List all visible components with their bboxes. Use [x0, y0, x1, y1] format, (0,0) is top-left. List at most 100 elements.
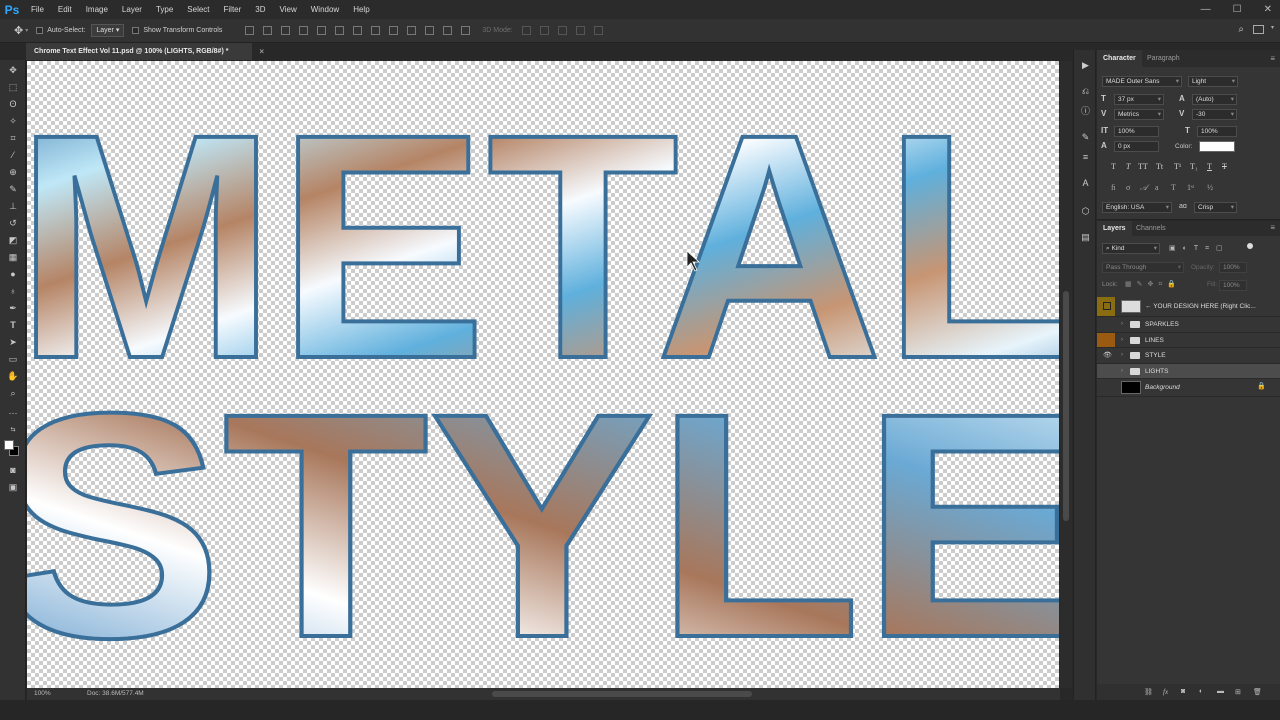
ligatures-icon[interactable]: ﬁ [1111, 183, 1115, 192]
search-icon[interactable]: ⌕ [1238, 24, 1244, 35]
layer-row[interactable]: Background 🔒 [1097, 379, 1280, 397]
swap-colors-icon[interactable]: ⇆ [7, 424, 19, 436]
distribute-top-icon[interactable] [353, 26, 363, 35]
font-family-select[interactable]: MADE Outer Sans ▾ [1102, 76, 1182, 87]
layers-menu-icon[interactable]: ≡ [1270, 223, 1275, 232]
titling-icon[interactable]: T [1171, 183, 1176, 192]
distribute-vcenter-icon[interactable] [371, 26, 381, 35]
distribute-hcenter-icon[interactable] [425, 26, 435, 35]
menu-view[interactable]: View [273, 0, 304, 19]
close-tab-icon[interactable]: × [259, 43, 264, 60]
adjustments-icon[interactable]: ≡ [1080, 152, 1091, 163]
chevron-right-icon[interactable]: › [1121, 352, 1123, 358]
layer-filter-icons[interactable]: ▣◐T⌗▢ [1169, 244, 1230, 253]
faux-bold-button[interactable]: T [1111, 162, 1116, 171]
document-tab[interactable]: Chrome Text Effect Vol 11.psd @ 100% (LI… [26, 43, 264, 60]
old-style-icon[interactable]: σ [1126, 183, 1130, 192]
tab-character[interactable]: Character [1097, 50, 1142, 67]
align-top-icon[interactable] [245, 26, 255, 35]
lasso-tool-icon[interactable]: ʘ [7, 98, 19, 110]
fractions-icon[interactable]: ½ [1207, 183, 1213, 192]
horizontal-scroll-thumb[interactable] [492, 691, 752, 697]
properties-icon[interactable]: ▤ [1080, 232, 1091, 243]
3d-roll-icon[interactable] [539, 26, 549, 35]
fill-field[interactable]: 100% [1219, 280, 1247, 291]
distribute-right-icon[interactable] [443, 26, 453, 35]
visibility-toggle-icon[interactable] [1103, 367, 1112, 376]
font-style-select[interactable]: Light ▾ [1188, 76, 1238, 87]
align-vcenter-icon[interactable] [263, 26, 273, 35]
close-window-button[interactable]: ✕ [1264, 0, 1272, 19]
tab-paragraph[interactable]: Paragraph [1141, 50, 1186, 67]
align-bottom-icon[interactable] [281, 26, 291, 35]
tracking-field[interactable]: -30 ▾ [1192, 109, 1237, 120]
link-layers-icon[interactable]: ⛓ [1144, 688, 1153, 696]
zoom-tool-icon[interactable]: ⌕ [7, 387, 19, 399]
distribute-bottom-icon[interactable] [389, 26, 399, 35]
screen-mode-icon[interactable]: ▣ [7, 481, 19, 493]
menu-select[interactable]: Select [180, 0, 216, 19]
lock-options-icons[interactable]: ▦✎✥⌗🔒 [1125, 280, 1181, 289]
chevron-right-icon[interactable]: › [1121, 321, 1123, 327]
text-color-swatch[interactable] [1199, 141, 1235, 152]
type-tool-icon[interactable]: T [7, 319, 19, 331]
menu-3d[interactable]: 3D [248, 0, 272, 19]
character-panel-icon[interactable]: A [1080, 178, 1091, 189]
visibility-toggle-icon[interactable] [1103, 336, 1112, 345]
new-layer-icon[interactable]: ⊞ [1235, 688, 1241, 696]
menu-filter[interactable]: Filter [217, 0, 249, 19]
layer-row-selected[interactable]: › LIGHTS [1097, 363, 1280, 379]
language-select[interactable]: English: USA ▾ [1102, 202, 1172, 213]
marquee-tool-icon[interactable]: ⬚ [7, 81, 19, 93]
brush-tool-icon[interactable]: ✎ [7, 183, 19, 195]
small-caps-button[interactable]: Tt [1156, 162, 1163, 171]
healing-brush-tool-icon[interactable]: ⊕ [7, 166, 19, 178]
hand-tool-icon[interactable]: ✋ [7, 370, 19, 382]
visibility-toggle-icon[interactable] [1103, 382, 1112, 391]
menu-edit[interactable]: Edit [51, 0, 79, 19]
ordinals-icon[interactable]: 1ˢᵗ [1187, 183, 1194, 192]
move-tool-icon[interactable]: ✥ [7, 64, 19, 76]
history-brush-tool-icon[interactable]: ↺ [7, 217, 19, 229]
quick-mask-icon[interactable]: ◙ [7, 464, 19, 476]
eye-icon[interactable]: 👁 [1103, 351, 1112, 360]
align-right-icon[interactable] [335, 26, 345, 35]
3d-rotate-icon[interactable] [521, 26, 531, 35]
workspace-icon[interactable] [1253, 25, 1264, 34]
kerning-field[interactable]: Metrics ▾ [1114, 109, 1164, 120]
strikethrough-button[interactable]: T [1222, 162, 1227, 171]
minimize-button[interactable]: — [1201, 0, 1211, 19]
rectangle-tool-icon[interactable]: ▭ [7, 353, 19, 365]
horizontal-scrollbar[interactable] [207, 691, 1057, 697]
menu-window[interactable]: Window [304, 0, 346, 19]
eyedropper-tool-icon[interactable]: ⁄ [7, 149, 19, 161]
superscript-button[interactable]: T¹ [1174, 162, 1181, 171]
layer-filter-select[interactable]: ⌕ Kind ▾ [1102, 243, 1160, 254]
visibility-toggle-icon[interactable] [1103, 320, 1112, 329]
auto-select-dropdown[interactable]: Layer ▾ [91, 24, 125, 37]
menu-layer[interactable]: Layer [115, 0, 149, 19]
distribute-left-icon[interactable] [407, 26, 417, 35]
tool-preset-chevron-icon[interactable]: ▾ [25, 27, 28, 34]
more-tools-icon[interactable]: ⋯ [7, 407, 19, 419]
tab-channels[interactable]: Channels [1130, 221, 1172, 236]
delete-layer-icon[interactable]: 🗑 [1253, 688, 1262, 696]
vertical-scale-field[interactable]: 100% [1114, 126, 1159, 137]
layer-row[interactable]: ← YOUR DESIGN HERE (Right Clic... [1097, 297, 1280, 317]
layer-style-icon[interactable]: fx [1163, 688, 1168, 696]
pen-tool-icon[interactable]: ✒ [7, 302, 19, 314]
visibility-toggle-icon[interactable] [1103, 302, 1111, 310]
dodge-tool-icon[interactable]: ♁ [7, 285, 19, 297]
antialias-select[interactable]: Crisp ▾ [1194, 202, 1237, 213]
clone-stamp-tool-icon[interactable]: ⊥ [7, 200, 19, 212]
vertical-scroll-thumb[interactable] [1063, 291, 1069, 521]
layer-row[interactable]: 👁 › STYLE [1097, 348, 1280, 364]
document-canvas[interactable]: METAL STYLE [27, 61, 1059, 688]
faux-italic-button[interactable]: T [1126, 162, 1130, 171]
tab-layers[interactable]: Layers [1097, 221, 1132, 236]
font-size-field[interactable]: 37 px ▾ [1114, 94, 1164, 105]
3d-drag-icon[interactable] [557, 26, 567, 35]
zoom-level[interactable]: 100% [34, 690, 51, 697]
swash-icon[interactable]: 𝒜 [1140, 183, 1148, 193]
3d-panel-icon[interactable]: ⬡ [1080, 206, 1091, 217]
